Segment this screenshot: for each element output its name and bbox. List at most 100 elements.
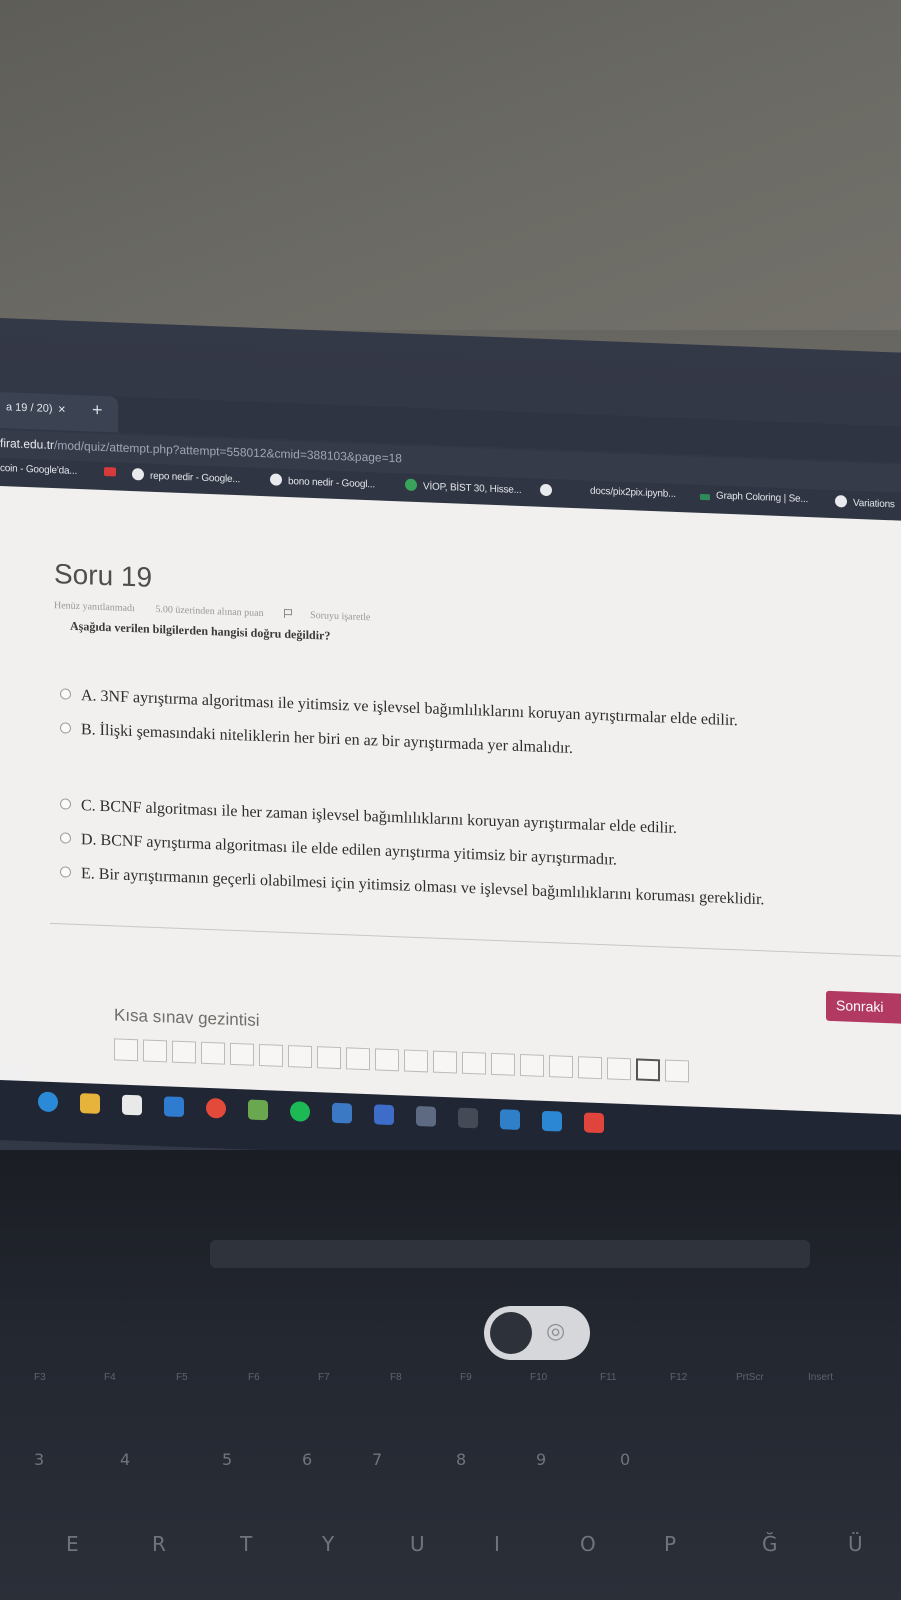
divider <box>50 922 901 957</box>
key-r: R <box>152 1532 166 1556</box>
key-p: P <box>664 1532 677 1556</box>
quiz-nav-button[interactable] <box>288 1045 312 1068</box>
key-e: E <box>66 1532 79 1556</box>
quiz-nav-button[interactable] <box>433 1050 457 1074</box>
answer-option-d[interactable]: D. BCNF ayrıştırma algoritması ile elde … <box>60 830 617 869</box>
question-title: Soru 19 <box>54 558 153 593</box>
site-icon <box>405 478 417 492</box>
flag-question-link[interactable]: Soruyu işaretle <box>284 608 388 624</box>
answer-option-e[interactable]: E. Bir ayrıştırmanın geçerli olabilmesi … <box>60 864 764 909</box>
app-icon[interactable] <box>248 1099 268 1121</box>
bookmark-item[interactable]: Variations <box>835 495 895 510</box>
quiz-nav-button[interactable] <box>665 1059 689 1083</box>
quiz-nav-button[interactable] <box>578 1056 602 1080</box>
key-9: 9 <box>536 1450 547 1469</box>
question-points: 5.00 üzerinden alınan puan <box>155 603 264 620</box>
key-t: T <box>240 1532 253 1556</box>
store-icon[interactable] <box>122 1094 142 1116</box>
quiz-nav-button[interactable] <box>143 1039 167 1063</box>
radio-button[interactable] <box>60 798 71 810</box>
pdf-icon[interactable] <box>584 1112 604 1134</box>
keyboard-slot <box>210 1240 810 1268</box>
quiz-page: Soru 19 Henüz yanıtlanmadı 5.00 üzerinde… <box>0 486 901 1139</box>
key-f3: F3 <box>34 1372 46 1383</box>
youtube-icon[interactable] <box>104 466 116 478</box>
flag-icon <box>284 608 293 619</box>
file-explorer-icon[interactable] <box>80 1093 100 1114</box>
mail-icon[interactable] <box>164 1096 184 1118</box>
close-tab-icon[interactable]: × <box>58 401 66 416</box>
bookmark-item[interactable]: VİOP, BİST 30, Hisse... <box>405 478 521 496</box>
key-f7: F7 <box>318 1372 330 1383</box>
fingerprint-icon <box>484 1306 590 1360</box>
key-i: I <box>494 1532 500 1556</box>
laptop-keyboard: F3 F4 F5 F6 F7 F8 F9 F10 F11 F12 PrtScr … <box>0 1150 901 1600</box>
bookmark-item[interactable]: bono nedir - Googl... <box>270 473 375 490</box>
radio-button[interactable] <box>60 688 71 700</box>
ide-icon[interactable] <box>374 1104 394 1126</box>
bookmark-item[interactable]: repo nedir - Google... <box>132 468 240 485</box>
quiz-nav-button[interactable] <box>230 1042 254 1066</box>
key-8: 8 <box>456 1450 467 1469</box>
key-o: O <box>580 1532 596 1556</box>
radio-button[interactable] <box>60 832 71 844</box>
key-f5: F5 <box>176 1372 188 1383</box>
bookmark-item[interactable]: coin - Google'da... <box>0 463 77 477</box>
quiz-nav-button[interactable] <box>462 1051 486 1075</box>
quiz-nav-button[interactable] <box>114 1038 138 1062</box>
quiz-nav-button[interactable] <box>549 1055 573 1079</box>
edge-icon[interactable] <box>38 1091 58 1113</box>
key-3: 3 <box>34 1450 45 1469</box>
quiz-nav-button-current[interactable] <box>636 1058 660 1082</box>
radio-button[interactable] <box>60 866 71 878</box>
tab-title: a 19 / 20) <box>6 401 53 416</box>
key-u-umlaut: Ü <box>848 1532 863 1556</box>
clock: :10 <box>0 1062 27 1083</box>
quiz-nav-button[interactable] <box>375 1048 399 1072</box>
quiz-nav-button[interactable] <box>404 1049 428 1073</box>
answer-option-b[interactable]: B. İlişki şemasındaki niteliklerin her b… <box>60 720 573 758</box>
key-f12: F12 <box>670 1372 688 1383</box>
terminal-icon[interactable] <box>458 1107 478 1129</box>
key-g-breve: Ğ <box>762 1532 778 1556</box>
radio-button[interactable] <box>60 722 71 734</box>
google-icon <box>132 468 144 481</box>
key-7: 7 <box>372 1450 383 1469</box>
quiz-nav-button[interactable] <box>317 1046 341 1070</box>
key-4: 4 <box>120 1450 131 1469</box>
quiz-navigation-title: Kısa sınav gezintisi <box>114 1005 260 1030</box>
quiz-nav-button[interactable] <box>607 1057 631 1081</box>
vscode-icon[interactable] <box>542 1110 562 1132</box>
question-status: Henüz yanıtlanmadı <box>54 600 135 615</box>
bookmark-item[interactable]: docs/pix2pix.ipynb... <box>590 486 676 500</box>
window-icon[interactable] <box>416 1105 436 1127</box>
quiz-nav-button[interactable] <box>172 1040 196 1064</box>
key-f10: F10 <box>530 1372 548 1383</box>
chrome-icon[interactable] <box>206 1097 226 1119</box>
globe-icon[interactable] <box>540 483 558 498</box>
key-y: Y <box>322 1532 335 1556</box>
quiz-nav-button[interactable] <box>201 1041 225 1065</box>
question-text: Aşağıda verilen bilgilerden hangisi doğr… <box>70 618 331 643</box>
key-f8: F8 <box>390 1372 402 1383</box>
steam-icon[interactable] <box>332 1102 352 1124</box>
key-f9: F9 <box>460 1372 472 1383</box>
answer-option-c[interactable]: C. BCNF algoritması ile her zaman işlevs… <box>60 796 677 838</box>
key-0: 0 <box>620 1450 631 1469</box>
google-icon <box>270 473 282 486</box>
quiz-nav-button[interactable] <box>491 1052 515 1076</box>
globe-icon <box>835 495 847 508</box>
quiz-nav-button[interactable] <box>520 1053 544 1077</box>
powershell-icon[interactable] <box>500 1109 520 1130</box>
graph-icon <box>700 493 710 501</box>
key-prtscr: PrtScr <box>736 1372 764 1383</box>
next-page-button[interactable]: Sonraki <box>826 990 901 1024</box>
spotify-icon[interactable] <box>290 1101 310 1122</box>
key-f11: F11 <box>600 1372 617 1383</box>
quiz-nav-button[interactable] <box>259 1043 283 1067</box>
quiz-nav-button[interactable] <box>346 1047 370 1071</box>
key-6: 6 <box>302 1450 313 1469</box>
bookmark-item[interactable]: Graph Coloring | Se... <box>700 490 808 505</box>
wall-background <box>0 0 901 330</box>
new-tab-button[interactable]: + <box>92 400 103 421</box>
